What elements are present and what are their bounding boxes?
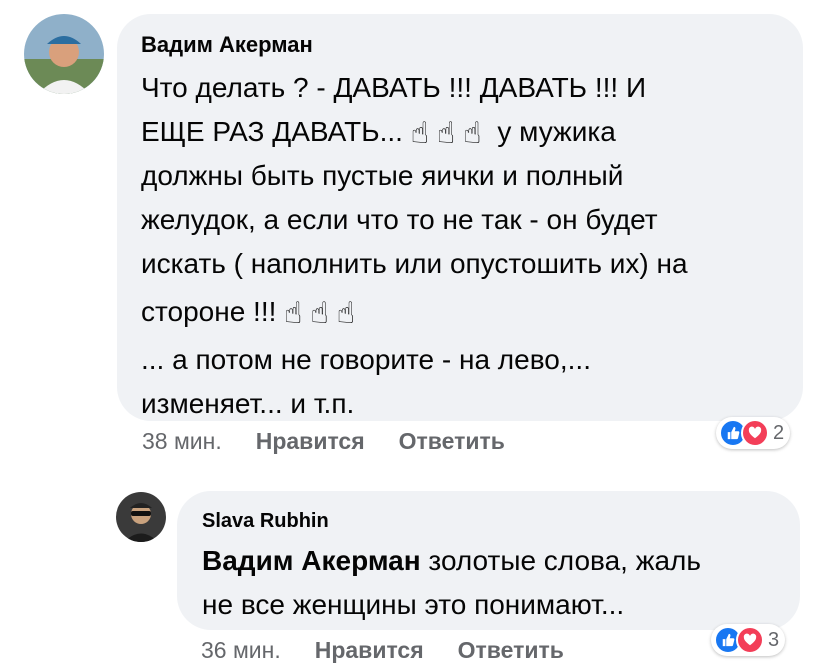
pointing-up-emoji: ☝ bbox=[463, 117, 482, 150]
like-button[interactable]: Нравится bbox=[256, 428, 365, 455]
comment-line: должны быть пустые яички и полный bbox=[141, 160, 624, 191]
reaction-count: 3 bbox=[768, 628, 780, 651]
comment-line-with-emoji: ЕЩЕ РАЗ ДАВАТЬ... ☝ ☝ ☝ у мужика bbox=[141, 110, 688, 154]
pointing-up-emoji: ☝ bbox=[310, 297, 329, 330]
user-photo-icon bbox=[24, 14, 104, 94]
mention-link[interactable]: Вадим Акерман bbox=[202, 545, 421, 576]
reply-text: Вадим Акерман золотые слова, жаль не все… bbox=[202, 539, 701, 627]
reply-bubble: Slava Rubhin Вадим Акерман золотые слова… bbox=[177, 491, 800, 630]
pointing-up-emoji: ☝ bbox=[410, 117, 429, 150]
comment-line: искать ( наполнить или опустошить их) на bbox=[141, 248, 688, 279]
comment-author[interactable]: Вадим Акерман bbox=[141, 32, 313, 58]
reply-line: не все женщины это понимают... bbox=[202, 589, 625, 620]
comment-line-text: стороне !!! bbox=[141, 296, 277, 327]
comment-bubble: Вадим Акерман Что делать ? - ДАВАТЬ !!! … bbox=[117, 14, 803, 421]
reply-line-text: золотые слова, жаль bbox=[420, 545, 701, 576]
comment-line: Что делать ? - ДАВАТЬ !!! ДАВАТЬ !!! И bbox=[141, 72, 647, 103]
reaction-count: 2 bbox=[773, 421, 785, 444]
comment-line-text: у мужика bbox=[497, 116, 616, 147]
comment-line: изменяет... и т.п. bbox=[141, 388, 355, 419]
reaction-summary[interactable]: 2 bbox=[716, 417, 791, 449]
comment-timestamp[interactable]: 38 мин. bbox=[142, 428, 222, 455]
reply-button[interactable]: Ответить bbox=[458, 637, 564, 664]
comment-line: желудок, а если что то не так - он будет bbox=[141, 204, 658, 235]
like-button[interactable]: Нравится bbox=[315, 637, 424, 664]
comment-line-with-emoji: стороне !!! ☝ ☝ ☝ bbox=[141, 286, 688, 338]
comment-line: ... а потом не говорите - на лево,... bbox=[141, 344, 591, 375]
heart-icon bbox=[736, 626, 764, 654]
pointing-up-emoji: ☝ bbox=[437, 117, 456, 150]
reaction-summary[interactable]: 3 bbox=[711, 624, 786, 656]
pointing-up-emoji: ☝ bbox=[284, 297, 303, 330]
comment-text: Что делать ? - ДАВАТЬ !!! ДАВАТЬ !!! И Е… bbox=[141, 66, 688, 426]
reply-timestamp[interactable]: 36 мин. bbox=[201, 637, 281, 664]
comment-actions: 38 мин. Нравится Ответить bbox=[142, 428, 505, 455]
avatar-vadim[interactable] bbox=[24, 14, 104, 94]
reply-actions: 36 мин. Нравится Ответить bbox=[201, 637, 564, 664]
avatar-slava[interactable] bbox=[116, 492, 166, 542]
reply-author[interactable]: Slava Rubhin bbox=[202, 510, 329, 533]
user-photo-icon bbox=[116, 492, 166, 542]
heart-icon bbox=[741, 419, 769, 447]
comment-line-text: ЕЩЕ РАЗ ДАВАТЬ... bbox=[141, 116, 403, 147]
reply-line: Вадим Акерман золотые слова, жаль bbox=[202, 539, 701, 583]
reply-button[interactable]: Ответить bbox=[399, 428, 505, 455]
pointing-up-emoji: ☝ bbox=[336, 297, 356, 330]
